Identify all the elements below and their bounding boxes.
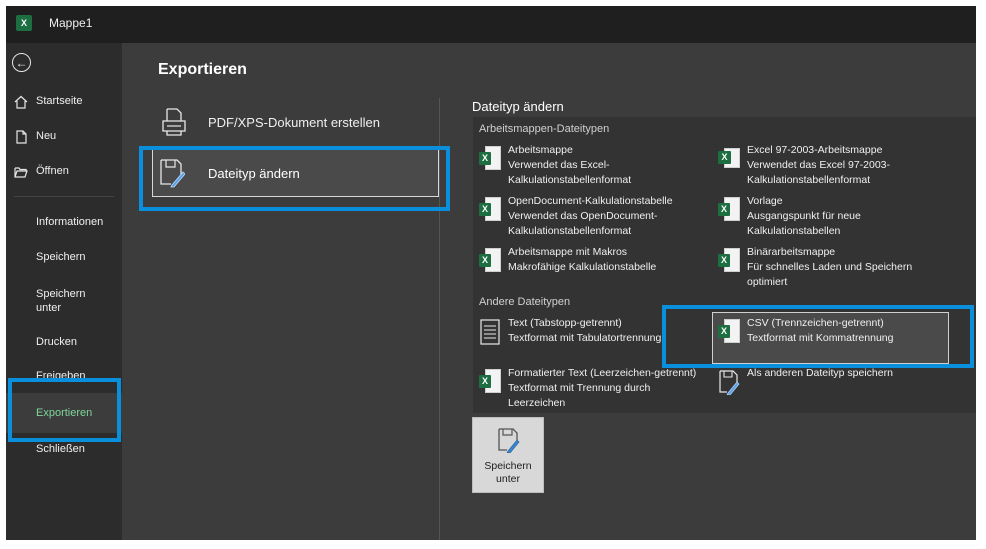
sidebar-item-label: Startseite (36, 95, 83, 107)
sidebar-separator (14, 196, 114, 197)
sidebar-item-label: Öffnen (36, 165, 69, 177)
filetype-opendocument[interactable]: X OpenDocument-Kalkulationstabelle Verwe… (479, 194, 719, 240)
sidebar-item-label: Speichern unter (36, 288, 86, 314)
filetype-binaerarbeitsmappe[interactable]: X Binärarbeitsmappe Für schnelles Laden … (718, 245, 958, 291)
create-pdf-xps-option[interactable]: PDF/XPS-Dokument erstellen (152, 103, 432, 143)
pdf-document-icon (162, 108, 186, 136)
filetype-name: OpenDocument-Kalkulationstabelle (508, 195, 673, 207)
filetype-other[interactable]: Als anderen Dateityp speichern (718, 366, 958, 396)
excel-workbook-icon: X (479, 146, 501, 172)
highlight-box-csv (662, 305, 974, 368)
filetype-name: Vorlage (747, 195, 783, 207)
new-document-icon (16, 130, 27, 144)
sidebar-item-speichern[interactable]: Speichern (6, 251, 122, 271)
text-file-icon (480, 319, 500, 345)
sidebar-item-label: Informationen (36, 216, 104, 228)
arrow-left-circle-icon[interactable]: ← (12, 53, 31, 72)
filetype-desc: Verwendet das OpenDocument-Kalkulationst… (508, 210, 658, 237)
save-as-button-label: Speichern unter (484, 460, 532, 485)
excel-template-icon: X (718, 197, 740, 223)
filetype-name: Text (Tabstopp-getrennt) (508, 317, 622, 329)
filetype-name: Excel 97-2003-Arbeitsmappe (747, 144, 883, 156)
filetype-desc: Verwendet das Excel 97-2003-Kalkulations… (747, 159, 891, 186)
filetype-name: Binärarbeitsmappe (747, 246, 836, 258)
group-title-other: Andere Dateitypen (479, 296, 571, 308)
sidebar-item-label: Schließen (36, 443, 85, 455)
filetype-desc: Textformat mit Trennung durch Leerzeiche… (508, 382, 651, 409)
save-as-button[interactable]: Speichern unter (472, 417, 544, 493)
opendocument-spreadsheet-icon: X (479, 197, 501, 223)
sidebar-item-label: Drucken (36, 336, 77, 348)
filetype-desc: Verwendet das Excel-Kalkulationstabellen… (508, 159, 632, 186)
sidebar-item-oeffnen[interactable]: Öffnen (6, 165, 122, 185)
filetype-formatierter-text[interactable]: X Formatierter Text (Leerzeichen-getrenn… (479, 366, 719, 412)
highlight-box-exportieren (8, 378, 121, 442)
filetype-vorlage[interactable]: X Vorlage Ausgangspunkt für neue Kalkula… (718, 194, 958, 240)
sidebar-item-label: Speichern (36, 251, 86, 263)
export-panel: Exportieren PDF/XPS-Dokument erstellen D… (122, 43, 976, 540)
formatted-text-icon: X (479, 369, 501, 395)
filetype-arbeitsmappe[interactable]: X Arbeitsmappe Verwendet das Excel-Kalku… (479, 143, 719, 189)
sidebar-item-label: Neu (36, 130, 57, 142)
filetype-excel-97-2003[interactable]: X Excel 97-2003-Arbeitsmappe Verwendet d… (718, 143, 958, 189)
option-label: PDF/XPS-Dokument erstellen (208, 115, 380, 130)
title-bar: X Mappe1 (6, 6, 976, 43)
page-title: Exportieren (158, 61, 247, 78)
filetype-desc: Ausgangspunkt für neue Kalkulationstabel… (747, 210, 861, 237)
folder-open-icon (14, 167, 28, 178)
filetype-desc: Für schnelles Laden und Speichern optimi… (747, 261, 913, 288)
filetype-name: Arbeitsmappe (508, 144, 573, 156)
excel-97-icon: X (718, 146, 740, 172)
sidebar-item-informationen[interactable]: Informationen (6, 216, 122, 236)
home-icon (14, 95, 28, 109)
filetype-name: Formatierter Text (Leerzeichen-getrennt) (508, 367, 697, 379)
filetype-name: Als anderen Dateityp speichern (747, 367, 893, 379)
sidebar-item-drucken[interactable]: Drucken (6, 336, 122, 356)
excel-macro-icon: X (479, 248, 501, 274)
sidebar-item-speichern-unter[interactable]: Speichern unter (6, 287, 122, 317)
sidebar-item-neu[interactable]: Neu (6, 130, 122, 150)
highlight-box-dateityp (139, 146, 450, 211)
backstage-sidebar: ← Startseite Neu Öffnen Informationen Sp… (6, 43, 122, 540)
save-as-other-icon (719, 370, 740, 395)
excel-binary-icon: X (718, 248, 740, 274)
sidebar-item-startseite[interactable]: Startseite (6, 95, 122, 115)
save-as-icon (498, 428, 520, 453)
filetype-arbeitsmappe-makros[interactable]: X Arbeitsmappe mit Makros Makrofähige Ka… (479, 245, 719, 277)
window-title: Mappe1 (49, 16, 93, 30)
group-title-workbook: Arbeitsmappen-Dateitypen (479, 123, 610, 135)
excel-app-icon: X (16, 15, 32, 31)
filetype-name: Arbeitsmappe mit Makros (508, 246, 628, 258)
section-title: Dateityp ändern (472, 99, 564, 114)
filetype-desc: Makrofähige Kalkulationstabelle (508, 261, 657, 273)
sidebar-item-schliessen[interactable]: Schließen (6, 443, 122, 463)
